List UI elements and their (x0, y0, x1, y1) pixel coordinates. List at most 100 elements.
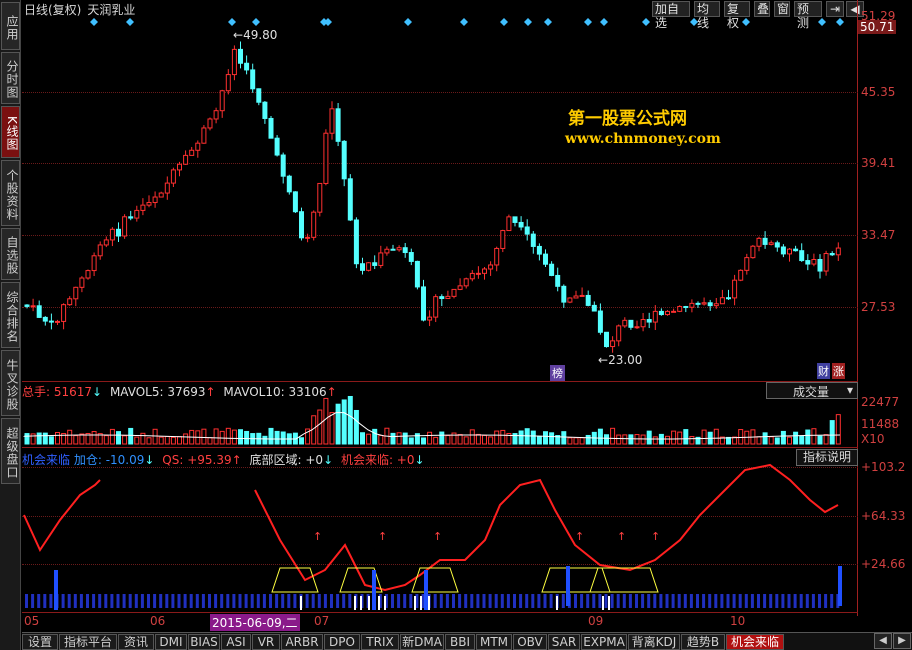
candle-body (524, 226, 530, 235)
volume-bar (701, 429, 707, 445)
indicator-base-bar (830, 594, 834, 608)
volume-bar (73, 435, 79, 445)
candle-body (671, 310, 677, 313)
indicator-base-bar (128, 594, 132, 608)
candle-body (207, 118, 213, 129)
indicator-tab[interactable]: 机会来临 (726, 634, 784, 650)
kline-chart[interactable]: ↑ ↑ ↑ ↑ ↑ ↑ (0, 0, 912, 650)
candle-body (268, 117, 274, 139)
indicator-tab[interactable]: 新DMA (400, 634, 444, 650)
volume-bar (30, 433, 36, 445)
volume-bar (183, 433, 189, 445)
indicator-tab[interactable]: EXPMA (581, 634, 627, 650)
indicator-base-bar (671, 594, 675, 608)
volume-bar (164, 436, 170, 445)
candle-body (195, 142, 201, 151)
candle-body (231, 48, 237, 76)
indicator-base-bar (317, 594, 321, 608)
indicator-base-bar (781, 594, 785, 608)
indicator-base-bar (171, 594, 175, 608)
candle-body (170, 169, 176, 184)
indicator-tab[interactable]: OBV (513, 634, 547, 650)
volume-bar (323, 397, 329, 445)
indicator-base-bar (689, 594, 693, 608)
mavol5-value: MAVOL5: 37693 (109, 385, 206, 399)
volume-bar (457, 433, 463, 445)
indicator-base-bar (757, 594, 760, 608)
indicator-base-bar (519, 594, 523, 608)
signal-diamond-icon (500, 18, 508, 26)
candle-body (67, 298, 73, 306)
volume-bar (152, 428, 158, 445)
indicator-tab[interactable]: ARBR (281, 634, 323, 650)
signal-diamond-icon (252, 18, 260, 26)
signal-pillar (838, 566, 842, 606)
volume-bar (347, 395, 353, 445)
candle-body (567, 297, 573, 303)
candle-body (475, 272, 481, 275)
indicator-axis-label: +24.66 (861, 557, 906, 571)
volume-bar (140, 432, 146, 445)
indicator-tab[interactable]: ASI (221, 634, 251, 650)
bang-badge[interactable]: 榜 (550, 365, 565, 381)
indicator-base-bar (635, 594, 638, 608)
cai-badge[interactable]: 财 (817, 363, 830, 379)
volume-bar (439, 431, 445, 445)
signal-tick (420, 596, 422, 610)
indicator-tab[interactable]: BIAS (188, 634, 220, 650)
up-arrow-icon: ↑ (326, 385, 337, 399)
indicator-tab[interactable]: 背离KDJ (628, 634, 680, 650)
signal-diamond-icon (836, 18, 844, 26)
volume-axis-label: X10 (861, 432, 885, 446)
qs-value: QS: +95.39 (162, 453, 232, 467)
volume-bar (317, 409, 323, 445)
volume-bar (677, 431, 683, 445)
volume-bar (341, 399, 347, 445)
indicator-tab[interactable]: 趋势B (681, 634, 725, 650)
indicator-base-bar (574, 594, 577, 608)
candle-body (219, 90, 225, 112)
date-axis-label: 10 (730, 614, 746, 628)
signal-up-arrow-icon: ↑ (313, 530, 322, 543)
indicator-tab[interactable]: VR (252, 634, 280, 650)
indicator-tab[interactable]: 指标平台 (59, 634, 117, 650)
volume-bar (158, 436, 164, 445)
indicator-base-bar (439, 594, 443, 608)
volume-indicator-dropdown[interactable]: 成交量 ▾ (766, 382, 858, 399)
candle-body (201, 127, 207, 144)
indicator-tab[interactable]: TRIX (361, 634, 399, 650)
volume-bar (488, 436, 494, 445)
candle-body (189, 149, 195, 156)
volume-bar (543, 431, 548, 445)
indicator-tab[interactable]: 资讯 (118, 634, 154, 650)
indicator-base-bar (714, 594, 718, 608)
indicator-tab[interactable]: DPO (324, 634, 360, 650)
candle-body (793, 248, 799, 252)
scroll-right-button[interactable]: ▶ (893, 633, 911, 649)
volume-bar (128, 427, 134, 445)
indicator-base-bar (622, 594, 626, 608)
date-axis-label: 06 (150, 614, 166, 628)
indicator-base-bar (464, 594, 468, 608)
indicator-tab[interactable]: MTM (476, 634, 512, 650)
candle-body (152, 196, 158, 204)
indicator-tab[interactable]: BBI (445, 634, 475, 650)
candle-body (353, 219, 359, 265)
indicator-base-bar (604, 594, 608, 608)
candle-body (823, 253, 829, 272)
indicator-tabs: 设置 指标平台 资讯 DMI BIAS ASI VR ARBR DPO TRIX 新DMA BBI MT… (22, 632, 912, 650)
candle-body (238, 48, 243, 64)
volume-bar (24, 433, 30, 445)
indicator-base-bar (49, 594, 53, 608)
volume-bar (396, 432, 402, 445)
indicator-tab[interactable]: SAR (548, 634, 580, 650)
zhang-badge[interactable]: 涨 (832, 363, 845, 379)
signal-diamond-icon (818, 18, 826, 26)
indicator-tab[interactable]: DMI (155, 634, 187, 650)
volume-bar (689, 436, 695, 445)
indicator-help-button[interactable]: 指标说明 (796, 449, 858, 466)
indicator-base-bar (177, 594, 181, 608)
indicator-tab[interactable]: 设置 (22, 634, 58, 650)
indicator-base-bar (214, 594, 218, 608)
scroll-left-button[interactable]: ◀ (874, 633, 892, 649)
